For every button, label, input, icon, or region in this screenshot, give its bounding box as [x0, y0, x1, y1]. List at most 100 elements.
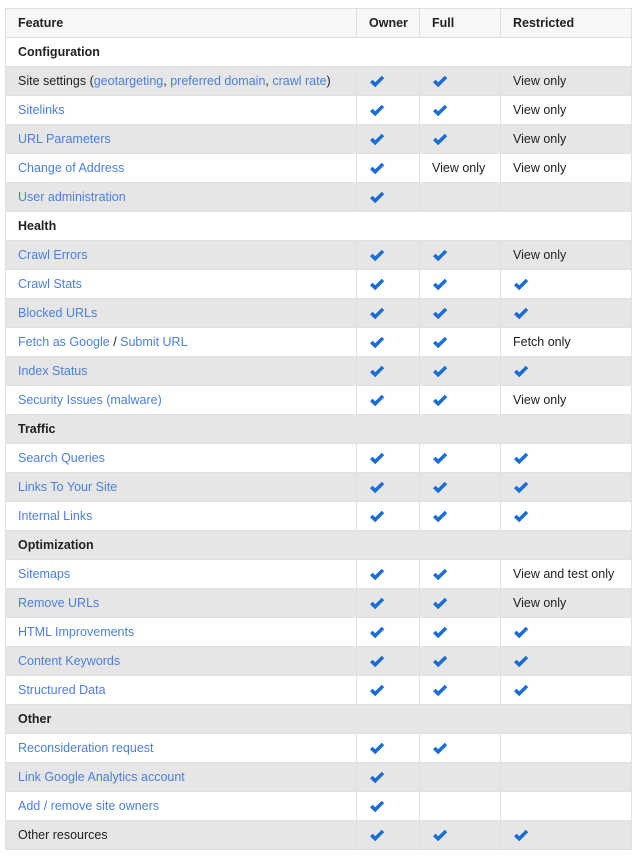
checkmark-icon — [369, 394, 385, 407]
section-label: Traffic — [5, 414, 632, 444]
checkmark-icon — [369, 626, 385, 639]
feature-link[interactable]: geotargeting — [94, 74, 164, 88]
table-body: Configuration Site settings (geotargeting… — [5, 37, 632, 850]
permission-text: View only — [513, 161, 567, 175]
checkmark-icon — [432, 481, 448, 494]
owner-cell — [356, 443, 420, 473]
table-row: Change of Address View only View only — [5, 153, 632, 183]
feature-link[interactable]: crawl rate — [272, 74, 326, 88]
owner-cell — [356, 153, 420, 183]
full-cell — [419, 733, 501, 763]
feature-link[interactable]: Blocked URLs — [18, 306, 97, 320]
section-label: Other — [5, 704, 632, 734]
checkmark-icon — [369, 829, 385, 842]
feature-link[interactable]: Reconsideration request — [18, 741, 154, 755]
table-row: Sitemaps View and test only — [5, 559, 632, 589]
checkmark-icon — [432, 307, 448, 320]
feature-text: Site settings ( — [18, 74, 94, 88]
checkmark-icon — [513, 684, 529, 697]
feature-cell: Sitemaps — [5, 559, 357, 589]
feature-cell: Remove URLs — [5, 588, 357, 618]
restricted-cell: View only — [500, 66, 632, 96]
full-cell — [419, 559, 501, 589]
restricted-cell — [500, 617, 632, 647]
table-row: Reconsideration request — [5, 733, 632, 763]
feature-link[interactable]: User administration — [18, 190, 126, 204]
feature-cell: Fetch as Google / Submit URL — [5, 327, 357, 357]
checkmark-icon — [369, 162, 385, 175]
checkmark-icon — [513, 365, 529, 378]
checkmark-icon — [369, 191, 385, 204]
table-row: Links To Your Site — [5, 472, 632, 502]
table-row: Content Keywords — [5, 646, 632, 676]
feature-link[interactable]: Link Google Analytics account — [18, 770, 185, 784]
checkmark-icon — [432, 626, 448, 639]
feature-text: ) — [326, 74, 331, 88]
feature-link[interactable]: Structured Data — [18, 683, 106, 697]
feature-cell: Links To Your Site — [5, 472, 357, 502]
feature-cell: Security Issues (malware) — [5, 385, 357, 415]
owner-cell — [356, 559, 420, 589]
feature-link[interactable]: Content Keywords — [18, 654, 120, 668]
owner-cell — [356, 472, 420, 502]
table-row: User administration — [5, 182, 632, 212]
feature-link[interactable]: Security Issues (malware) — [18, 393, 162, 407]
feature-cell: Internal Links — [5, 501, 357, 531]
section-label: Health — [5, 211, 632, 241]
table-row: Link Google Analytics account — [5, 762, 632, 792]
full-cell — [419, 675, 501, 705]
checkmark-icon — [513, 278, 529, 291]
full-cell — [419, 385, 501, 415]
checkmark-icon — [369, 104, 385, 117]
feature-link[interactable]: Index Status — [18, 364, 88, 378]
feature-link[interactable]: Fetch as Google — [18, 335, 110, 349]
feature-link[interactable]: preferred domain — [170, 74, 265, 88]
section-row: Traffic — [5, 414, 632, 444]
owner-cell — [356, 95, 420, 125]
feature-link[interactable]: Add / remove site owners — [18, 799, 159, 813]
feature-link[interactable]: Search Queries — [18, 451, 105, 465]
permission-text: View only — [513, 596, 567, 610]
checkmark-icon — [369, 684, 385, 697]
permission-text: View only — [432, 161, 486, 175]
checkmark-icon — [432, 655, 448, 668]
checkmark-icon — [432, 742, 448, 755]
feature-link[interactable]: Change of Address — [18, 161, 124, 175]
feature-cell: Link Google Analytics account — [5, 762, 357, 792]
restricted-cell — [500, 472, 632, 502]
feature-link[interactable]: HTML Improvements — [18, 625, 134, 639]
owner-cell — [356, 182, 420, 212]
feature-link[interactable]: URL Parameters — [18, 132, 111, 146]
feature-link[interactable]: Links To Your Site — [18, 480, 117, 494]
feature-text: Other resources — [18, 828, 108, 842]
checkmark-icon — [513, 829, 529, 842]
feature-link[interactable]: Sitelinks — [18, 103, 65, 117]
checkmark-icon — [432, 104, 448, 117]
checkmark-icon — [369, 75, 385, 88]
owner-cell — [356, 733, 420, 763]
feature-cell: Add / remove site owners — [5, 791, 357, 821]
feature-cell: Index Status — [5, 356, 357, 386]
checkmark-icon — [432, 684, 448, 697]
feature-link[interactable]: Crawl Stats — [18, 277, 82, 291]
section-row: Health — [5, 211, 632, 241]
permission-text: View only — [513, 74, 567, 88]
full-cell — [419, 182, 501, 212]
feature-link[interactable]: Internal Links — [18, 509, 92, 523]
checkmark-icon — [513, 626, 529, 639]
full-cell — [419, 124, 501, 154]
feature-cell: Crawl Stats — [5, 269, 357, 299]
table-row: Structured Data — [5, 675, 632, 705]
checkmark-icon — [369, 800, 385, 813]
feature-link[interactable]: Submit URL — [120, 335, 187, 349]
feature-link[interactable]: Sitemaps — [18, 567, 70, 581]
restricted-cell — [500, 356, 632, 386]
table-row: Add / remove site owners — [5, 791, 632, 821]
checkmark-icon — [432, 365, 448, 378]
owner-cell — [356, 791, 420, 821]
feature-link[interactable]: Crawl Errors — [18, 248, 87, 262]
owner-cell — [356, 327, 420, 357]
checkmark-icon — [369, 655, 385, 668]
feature-link[interactable]: Remove URLs — [18, 596, 99, 610]
feature-cell: URL Parameters — [5, 124, 357, 154]
